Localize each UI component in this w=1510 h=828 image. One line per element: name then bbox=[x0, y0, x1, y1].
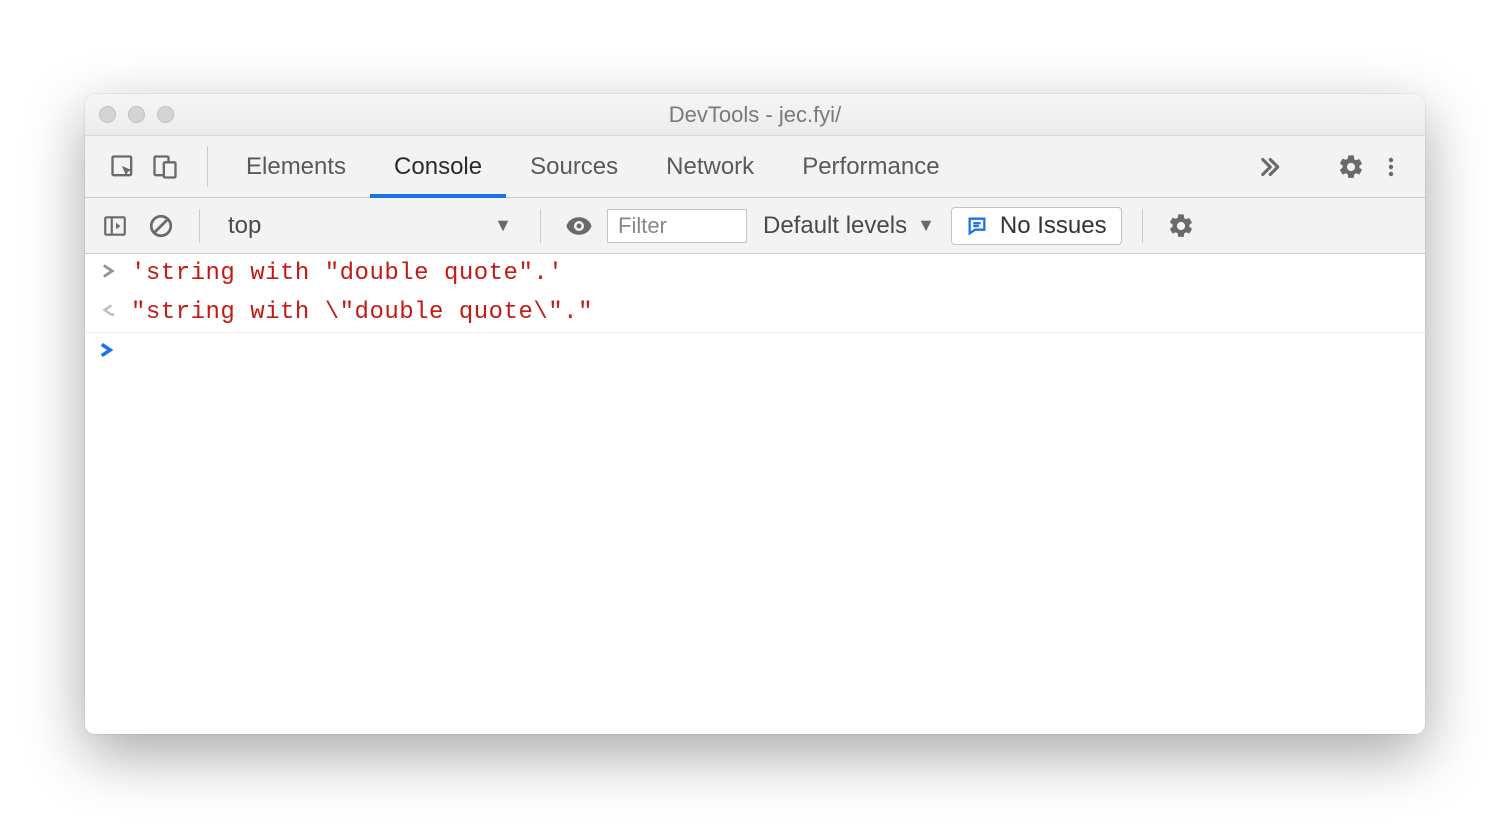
console-output-row: "string with \"double quote\"." bbox=[85, 293, 1425, 333]
console-toolbar: top ▼ Default levels ▼ No Issues bbox=[85, 198, 1425, 254]
input-marker-icon bbox=[99, 260, 117, 278]
titlebar: DevTools - jec.fyi/ bbox=[85, 94, 1425, 136]
separator bbox=[199, 209, 200, 243]
console-input-text: 'string with "double quote".' bbox=[131, 260, 563, 287]
toggle-device-toolbar-icon[interactable] bbox=[147, 149, 183, 185]
prompt-marker-icon bbox=[99, 343, 117, 357]
issues-label: No Issues bbox=[1000, 212, 1107, 240]
tab-label: Console bbox=[394, 153, 482, 181]
filter-input[interactable] bbox=[607, 209, 747, 243]
tabs: Elements Console Sources Network Perform… bbox=[222, 136, 964, 197]
close-icon[interactable] bbox=[99, 106, 116, 123]
chevron-down-icon: ▼ bbox=[494, 215, 512, 236]
chevron-down-icon: ▼ bbox=[917, 215, 935, 236]
tab-network[interactable]: Network bbox=[642, 136, 778, 197]
toggle-console-sidebar-icon[interactable] bbox=[97, 208, 133, 244]
window-title: DevTools - jec.fyi/ bbox=[85, 102, 1425, 128]
tab-sources[interactable]: Sources bbox=[506, 136, 642, 197]
console-settings-icon[interactable] bbox=[1163, 208, 1199, 244]
context-label: top bbox=[228, 212, 261, 240]
tab-elements[interactable]: Elements bbox=[222, 136, 370, 197]
traffic-lights bbox=[99, 106, 174, 123]
log-levels-select[interactable]: Default levels ▼ bbox=[757, 212, 941, 240]
settings-icon[interactable] bbox=[1333, 149, 1369, 185]
console-body: 'string with "double quote".' "string wi… bbox=[85, 254, 1425, 734]
live-expression-icon[interactable] bbox=[561, 208, 597, 244]
separator bbox=[540, 209, 541, 243]
execution-context-select[interactable]: top ▼ bbox=[220, 210, 520, 242]
issues-icon bbox=[966, 215, 988, 237]
levels-label: Default levels bbox=[763, 212, 907, 240]
issues-button[interactable]: No Issues bbox=[951, 207, 1122, 245]
tab-console[interactable]: Console bbox=[370, 136, 506, 197]
tab-label: Network bbox=[666, 153, 754, 181]
separator bbox=[207, 146, 208, 187]
minimize-icon[interactable] bbox=[128, 106, 145, 123]
inspect-element-icon[interactable] bbox=[105, 149, 141, 185]
more-tabs-icon[interactable] bbox=[1242, 152, 1296, 182]
console-prompt-row[interactable] bbox=[85, 333, 1425, 367]
kebab-menu-icon[interactable] bbox=[1373, 149, 1409, 185]
console-input-row: 'string with "double quote".' bbox=[85, 254, 1425, 293]
separator bbox=[1142, 209, 1143, 243]
tab-label: Sources bbox=[530, 153, 618, 181]
devtools-window: DevTools - jec.fyi/ Elements Console Sou… bbox=[85, 94, 1425, 734]
zoom-icon[interactable] bbox=[157, 106, 174, 123]
tab-label: Elements bbox=[246, 153, 346, 181]
console-output-text: "string with \"double quote\"." bbox=[131, 299, 593, 326]
tabstrip: Elements Console Sources Network Perform… bbox=[85, 136, 1425, 198]
tab-label: Performance bbox=[802, 153, 939, 181]
clear-console-icon[interactable] bbox=[143, 208, 179, 244]
output-marker-icon bbox=[99, 299, 117, 317]
tab-performance[interactable]: Performance bbox=[778, 136, 963, 197]
